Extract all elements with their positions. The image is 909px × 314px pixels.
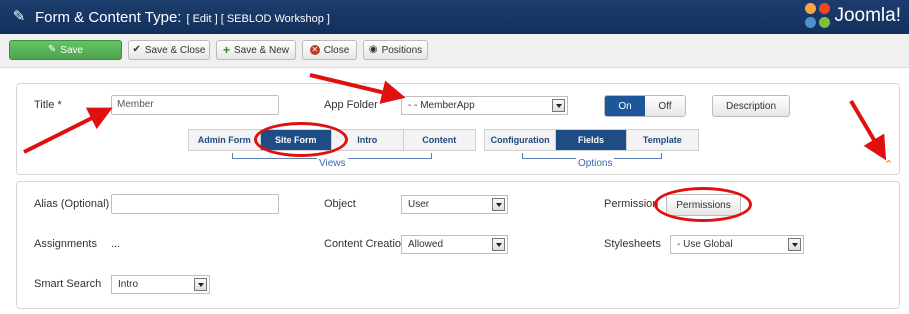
smart-search-select[interactable]: Intro [111,275,210,294]
title-input[interactable]: Member [111,95,279,115]
joomla-icon [805,3,831,29]
app-folder-select[interactable]: - - MemberApp [401,96,568,115]
object-label: Object [324,198,356,210]
tab-intro[interactable]: Intro [332,130,404,150]
app-folder-label: App Folder [324,99,378,111]
positions-button[interactable]: ◉ Positions [363,40,428,60]
description-button[interactable]: Description [712,95,790,117]
title-label: Title * [34,99,62,111]
save-close-label: Save & Close [144,44,206,56]
save-label: Save [60,44,84,56]
close-label: Close [323,44,350,56]
chevron-up-icon[interactable]: ⌃ [884,158,893,171]
toggle-on[interactable]: On [605,96,645,116]
save-close-button[interactable]: ✔ Save & Close [128,40,210,60]
views-label: Views [317,158,348,169]
dropdown-arrow-icon [552,99,565,112]
smart-search-value: Intro [118,279,139,290]
check-icon: ✔ [132,44,141,55]
joomla-brand: Joomla! [834,5,901,26]
pencil-icon: ✎ [12,8,26,25]
page-header: ✎ Form & Content Type: [ Edit ] [ SEBLOD… [0,0,909,34]
content-creation-label: Content Creation [324,238,408,250]
dropdown-arrow-icon [492,198,505,211]
content-creation-value: Allowed [408,239,444,250]
dropdown-arrow-icon [492,238,505,251]
tab-content[interactable]: Content [403,130,475,150]
save-new-button[interactable]: + Save & New [216,40,296,60]
options-label: Options [576,158,615,169]
alias-label: Alias (Optional) [34,198,110,210]
page-subtitle: [ Edit ] [ SEBLOD Workshop ] [186,13,330,25]
alias-input[interactable] [111,194,279,214]
permissions-button[interactable]: Permissions [666,194,741,216]
assignments-value[interactable]: ... [111,238,120,250]
dropdown-arrow-icon [788,238,801,251]
tab-template[interactable]: Template [626,130,698,150]
save-button[interactable]: ✎ Save [9,40,122,60]
assignments-label: Assignments [34,238,97,250]
smart-search-label: Smart Search [34,278,102,290]
app-folder-value: - - MemberApp [408,100,475,111]
stylesheets-select[interactable]: - Use Global [670,235,804,254]
close-button[interactable]: ✕ Close [302,40,357,60]
options-tabs: Configuration Fields Template [484,129,699,151]
tab-fields[interactable]: Fields [556,130,627,150]
dropdown-arrow-icon [194,278,207,291]
page-title: Form & Content Type: [35,8,182,26]
stylesheets-value: - Use Global [677,239,733,250]
tab-admin-form[interactable]: Admin Form [189,130,261,150]
on-off-toggle[interactable]: On Off [604,95,686,117]
save-new-label: Save & New [233,44,290,56]
toolbar: ✎ Save ✔ Save & Close + Save & New ✕ Clo… [0,34,909,68]
object-value: User [408,199,430,210]
plus-icon: + [222,43,230,57]
close-icon: ✕ [309,45,320,55]
content-creation-select[interactable]: Allowed [401,235,508,254]
eye-icon: ◉ [368,44,378,55]
tab-configuration[interactable]: Configuration [485,130,557,150]
positions-label: Positions [381,44,423,56]
tab-site-form[interactable]: Site Form [260,130,332,150]
toggle-off[interactable]: Off [645,96,685,116]
stylesheets-label: Stylesheets [604,238,661,250]
permission-label: Permission [604,198,659,210]
joomla-logo: Joomla! [805,3,901,29]
object-select[interactable]: User [401,195,508,214]
save-icon: ✎ [47,44,57,55]
views-tabs: Admin Form Site Form Intro Content [188,129,476,151]
